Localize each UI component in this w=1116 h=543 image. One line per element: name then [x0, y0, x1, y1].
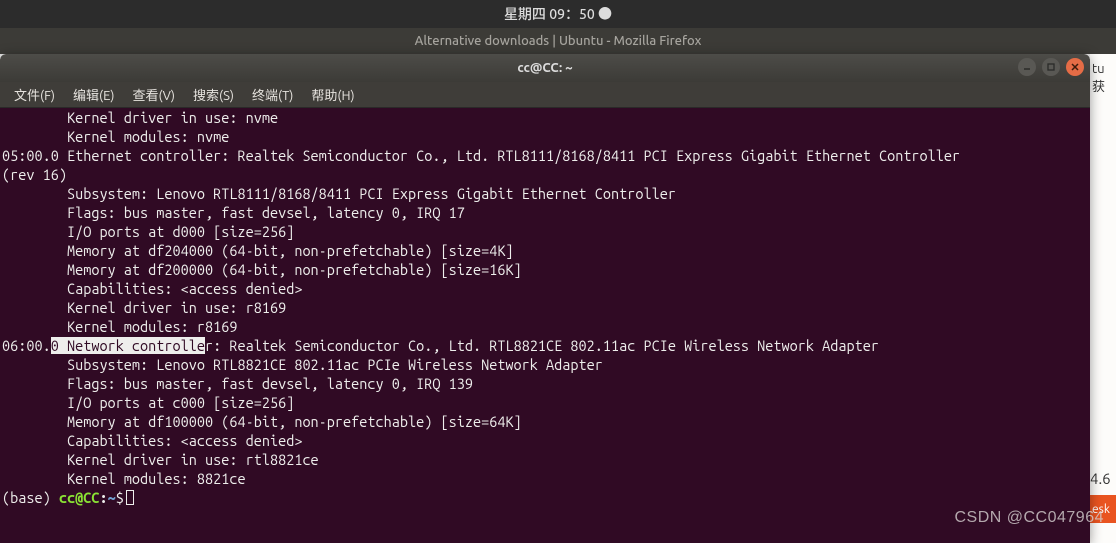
terminal-cursor: [126, 490, 134, 505]
prompt-path: ~: [108, 489, 116, 506]
terminal-line: Capabilities: <access denied>: [2, 431, 1088, 450]
close-button[interactable]: [1066, 58, 1084, 76]
clock-text: 星期四 09：50 ●: [504, 4, 612, 24]
terminal-line: Memory at df204000 (64-bit, non-prefetch…: [2, 241, 1088, 260]
firefox-titlebar: Alternative downloads | Ubuntu - Mozilla…: [0, 28, 1116, 54]
terminal-line: Kernel driver in use: r8169: [2, 298, 1088, 317]
minimize-button[interactable]: [1018, 58, 1036, 76]
terminal-line: Flags: bus master, fast devsel, latency …: [2, 374, 1088, 393]
maximize-button[interactable]: [1042, 58, 1060, 76]
terminal-line: Kernel modules: r8169: [2, 317, 1088, 336]
terminal-titlebar[interactable]: cc@CC: ~: [0, 54, 1090, 82]
prompt-host: cc@CC: [59, 489, 100, 506]
terminal-window: cc@CC: ~ 文件(F) 编辑(E) 查看(V) 搜索(S) 终端(T) 帮…: [0, 54, 1090, 543]
terminal-line: Kernel driver in use: rtl8821ce: [2, 450, 1088, 469]
prompt-env: (base): [2, 489, 59, 506]
terminal-line: Subsystem: Lenovo RTL8111/8168/8411 PCI …: [2, 184, 1088, 203]
terminal-body[interactable]: Kernel driver in use: nvme Kernel module…: [0, 108, 1090, 543]
prompt-dollar: $: [116, 489, 124, 506]
terminal-prompt-line: (base) cc@CC:~$: [2, 488, 1088, 507]
menu-edit[interactable]: 编辑(E): [65, 83, 122, 106]
bg-text-1: tu获: [1090, 62, 1116, 95]
terminal-line: Kernel modules: nvme: [2, 127, 1088, 146]
terminal-line: Memory at df100000 (64-bit, non-prefetch…: [2, 412, 1088, 431]
terminal-line: Capabilities: <access denied>: [2, 279, 1088, 298]
window-controls: [1018, 58, 1084, 76]
terminal-line: I/O ports at c000 [size=256]: [2, 393, 1088, 412]
terminal-line: Subsystem: Lenovo RTL8821CE 802.11ac PCI…: [2, 355, 1088, 374]
terminal-line: Kernel driver in use: nvme: [2, 108, 1088, 127]
terminal-line: 05:00.0 Ethernet controller: Realtek Sem…: [2, 146, 1088, 165]
firefox-title-text: Alternative downloads | Ubuntu - Mozilla…: [415, 34, 702, 48]
bg-version: 4.6: [1090, 470, 1116, 487]
hl-suffix: r: Realtek Semiconductor Co., Ltd. RTL88…: [205, 337, 879, 354]
terminal-line: Flags: bus master, fast devsel, latency …: [2, 203, 1088, 222]
background-window-strip: tu获 4.6 esk: [1090, 54, 1116, 543]
terminal-line: Kernel modules: 8821ce: [2, 469, 1088, 488]
menu-view[interactable]: 查看(V): [125, 83, 183, 106]
prompt-colon: :: [99, 489, 107, 506]
selection-highlight: 0 Network controlle: [51, 337, 205, 354]
terminal-menubar: 文件(F) 编辑(E) 查看(V) 搜索(S) 终端(T) 帮助(H): [0, 82, 1090, 108]
terminal-line: Memory at df200000 (64-bit, non-prefetch…: [2, 260, 1088, 279]
terminal-line: I/O ports at d000 [size=256]: [2, 222, 1088, 241]
gnome-top-panel: 星期四 09：50 ●: [0, 0, 1116, 28]
menu-help[interactable]: 帮助(H): [303, 83, 362, 106]
menu-term[interactable]: 终端(T): [244, 83, 301, 106]
menu-search[interactable]: 搜索(S): [185, 83, 242, 106]
terminal-line: (rev 16): [2, 165, 1088, 184]
hl-prefix: 06:00.: [2, 337, 51, 354]
terminal-title-text: cc@CC: ~: [517, 61, 572, 75]
terminal-line-highlighted: 06:00.0 Network controller: Realtek Semi…: [2, 336, 1088, 355]
bg-orange-tag: esk: [1090, 495, 1116, 523]
menu-file[interactable]: 文件(F): [6, 83, 63, 106]
